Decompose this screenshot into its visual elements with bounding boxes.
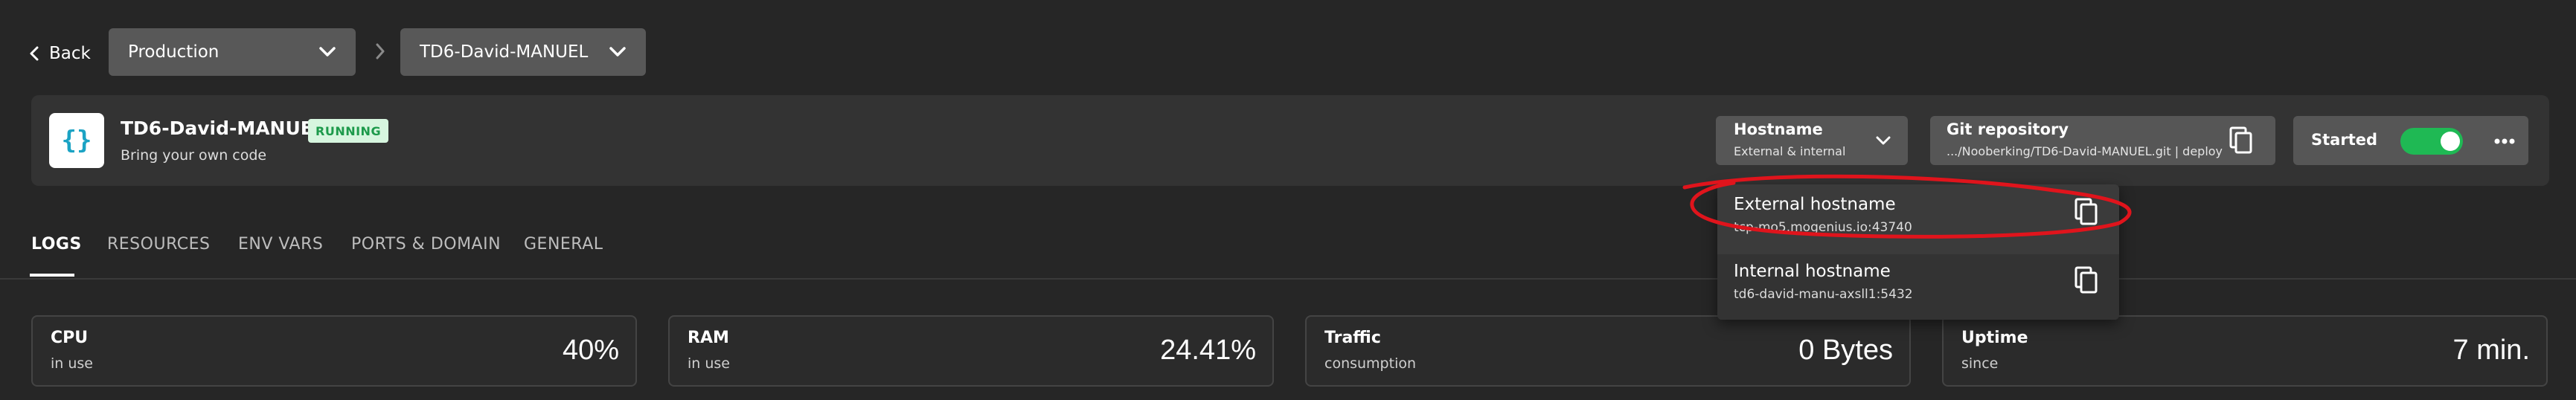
metric-card-traffic: Traffic consumption 0 Bytes	[1305, 315, 1911, 387]
metric-title: RAM	[688, 329, 729, 347]
service-select[interactable]: TD6-David-MANUEL	[400, 28, 646, 76]
environment-select[interactable]: Production	[109, 28, 356, 76]
hostname-subtitle: External & internal	[1734, 144, 1846, 158]
git-subtitle: .../Nooberking/TD6-David-MANUEL.git | de…	[1947, 144, 2223, 158]
status-badge: RUNNING	[308, 119, 389, 143]
external-hostname-title: External hostname	[1734, 195, 1896, 214]
metric-title: Uptime	[1961, 329, 2028, 347]
metric-value: 0 Bytes	[1798, 335, 1893, 366]
metric-subtitle: in use	[51, 355, 93, 372]
metric-card-uptime: Uptime since 7 min.	[1942, 315, 2548, 387]
metric-card-ram: RAM in use 24.41%	[668, 315, 1274, 387]
chevron-down-icon	[609, 47, 626, 57]
hostname-title: Hostname	[1734, 120, 1823, 138]
more-options-button[interactable]	[2488, 126, 2521, 156]
git-title: Git repository	[1947, 120, 2069, 138]
metric-title: CPU	[51, 329, 89, 347]
chevron-down-icon	[319, 47, 336, 57]
service-name: TD6-David-MANUEL	[121, 117, 325, 139]
toggle-knob	[2441, 132, 2460, 151]
metric-value: 24.41%	[1160, 335, 1256, 366]
copy-icon[interactable]	[2073, 198, 2098, 226]
active-tab-indicator	[30, 274, 74, 277]
hostname-dropdown[interactable]: Hostname External & internal	[1716, 116, 1908, 165]
copy-icon[interactable]	[2073, 266, 2098, 294]
chevron-left-icon	[30, 46, 39, 61]
metric-subtitle: consumption	[1324, 355, 1417, 372]
metric-title: Traffic	[1324, 329, 1381, 347]
metric-subtitle: since	[1961, 355, 1999, 372]
metric-value: 7 min.	[2452, 335, 2530, 366]
chevron-down-icon	[1876, 136, 1891, 145]
chevron-right-icon	[376, 43, 385, 59]
service-subtitle: Bring your own code	[121, 147, 267, 164]
internal-hostname-title: Internal hostname	[1734, 262, 1891, 281]
metric-value: 40%	[562, 335, 619, 366]
back-button[interactable]: Back	[28, 37, 91, 70]
more-dots-icon	[2494, 138, 2515, 144]
tab-general[interactable]: GENERAL	[524, 235, 603, 254]
copy-icon[interactable]	[2228, 126, 2253, 155]
external-hostname-value: tcp-mo5.mogenius.io:43740	[1734, 220, 1912, 235]
internal-hostname-value: td6-david-manu-axsll1:5432	[1734, 287, 1913, 302]
git-repository-box: Git repository .../Nooberking/TD6-David-…	[1930, 116, 2275, 165]
environment-select-value: Production	[128, 42, 220, 62]
tab-resources[interactable]: RESOURCES	[107, 235, 211, 254]
metric-card-cpu: CPU in use 40%	[31, 315, 637, 387]
tab-ports-domain[interactable]: PORTS & DOMAIN	[351, 235, 501, 254]
metric-subtitle: in use	[688, 355, 730, 372]
tabs-divider	[0, 278, 2576, 280]
back-label: Back	[49, 44, 91, 63]
tab-env-vars[interactable]: ENV VARS	[238, 235, 323, 254]
state-label: Started	[2311, 131, 2378, 149]
tab-logs[interactable]: LOGS	[31, 235, 82, 254]
service-logo: {}	[49, 113, 104, 168]
service-select-value: TD6-David-MANUEL	[420, 42, 589, 62]
